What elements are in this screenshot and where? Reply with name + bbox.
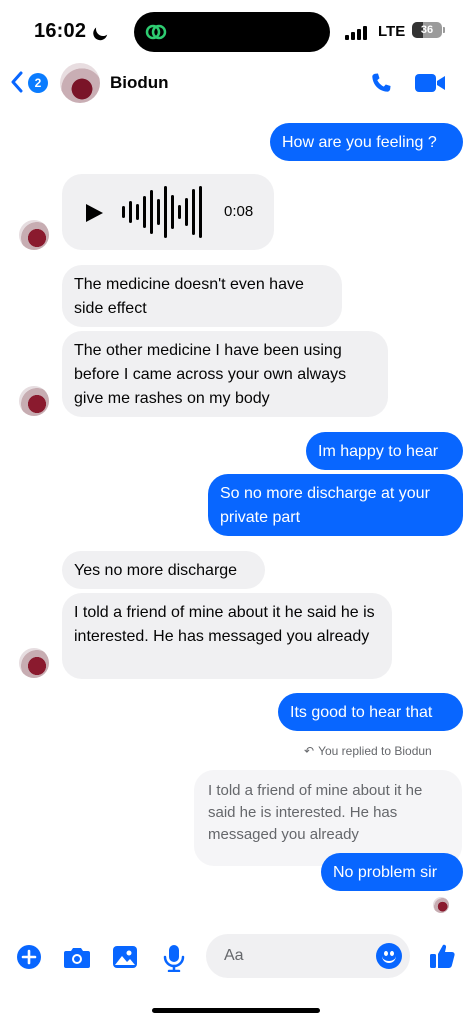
- back-button[interactable]: 2: [10, 68, 50, 98]
- sender-avatar: [19, 648, 49, 678]
- chat-header: 2 Biodun: [0, 58, 472, 110]
- home-indicator[interactable]: [152, 1008, 320, 1013]
- thumbs-up-icon[interactable]: [428, 942, 456, 970]
- outgoing-message[interactable]: Its good to hear that: [278, 693, 463, 731]
- incoming-message[interactable]: Yes no more discharge: [62, 551, 265, 589]
- contact-avatar[interactable]: [60, 63, 100, 103]
- quoted-message[interactable]: I told a friend of mine about it he said…: [194, 770, 462, 866]
- sender-avatar: [19, 220, 49, 250]
- emoji-icon[interactable]: [376, 943, 402, 969]
- read-receipt-avatar: [433, 897, 449, 913]
- network-type: LTE: [378, 23, 406, 40]
- voice-duration: 0:08: [224, 203, 254, 220]
- status-bar: 16:02 LTE 36: [0, 0, 472, 58]
- focus-moon-icon: [94, 20, 112, 38]
- gallery-icon[interactable]: [112, 944, 138, 970]
- reply-indicator: ↶ You replied to Biodun: [304, 744, 432, 758]
- unread-count-badge: 2: [28, 73, 48, 93]
- link-icon: [145, 24, 167, 40]
- contact-name[interactable]: Biodun: [110, 73, 169, 93]
- reply-label: You replied to Biodun: [318, 744, 432, 758]
- incoming-message[interactable]: The medicine doesn't even have side effe…: [62, 265, 342, 327]
- outgoing-message[interactable]: How are you feeling ?: [270, 123, 463, 161]
- battery-tip: [443, 27, 445, 33]
- battery-level: 36: [420, 24, 434, 36]
- outgoing-message[interactable]: So no more discharge at your private par…: [208, 474, 463, 536]
- outgoing-message[interactable]: No problem sir: [321, 853, 463, 891]
- voice-message[interactable]: 0:08: [62, 174, 274, 250]
- microphone-icon[interactable]: [162, 944, 186, 972]
- video-icon[interactable]: [414, 71, 446, 95]
- camera-icon[interactable]: [63, 944, 91, 970]
- outgoing-message[interactable]: Im happy to hear: [306, 432, 463, 470]
- message-input-placeholder: Aa: [224, 947, 244, 964]
- waveform: [122, 186, 212, 238]
- plus-icon[interactable]: [16, 944, 42, 970]
- sender-avatar: [19, 386, 49, 416]
- play-icon[interactable]: [86, 204, 103, 222]
- dynamic-island: [134, 12, 330, 52]
- incoming-message[interactable]: I told a friend of mine about it he said…: [62, 593, 392, 679]
- status-time: 16:02: [34, 20, 87, 42]
- incoming-message[interactable]: The other medicine I have been using bef…: [62, 331, 388, 417]
- battery-icon: 36: [412, 22, 442, 38]
- chevron-left-icon: [11, 71, 23, 93]
- signal-icon: [345, 26, 371, 40]
- composer-bar: Aa: [0, 930, 472, 986]
- reply-arrow-icon: ↶: [304, 744, 315, 758]
- phone-icon[interactable]: [368, 70, 394, 96]
- message-input[interactable]: Aa: [206, 934, 410, 978]
